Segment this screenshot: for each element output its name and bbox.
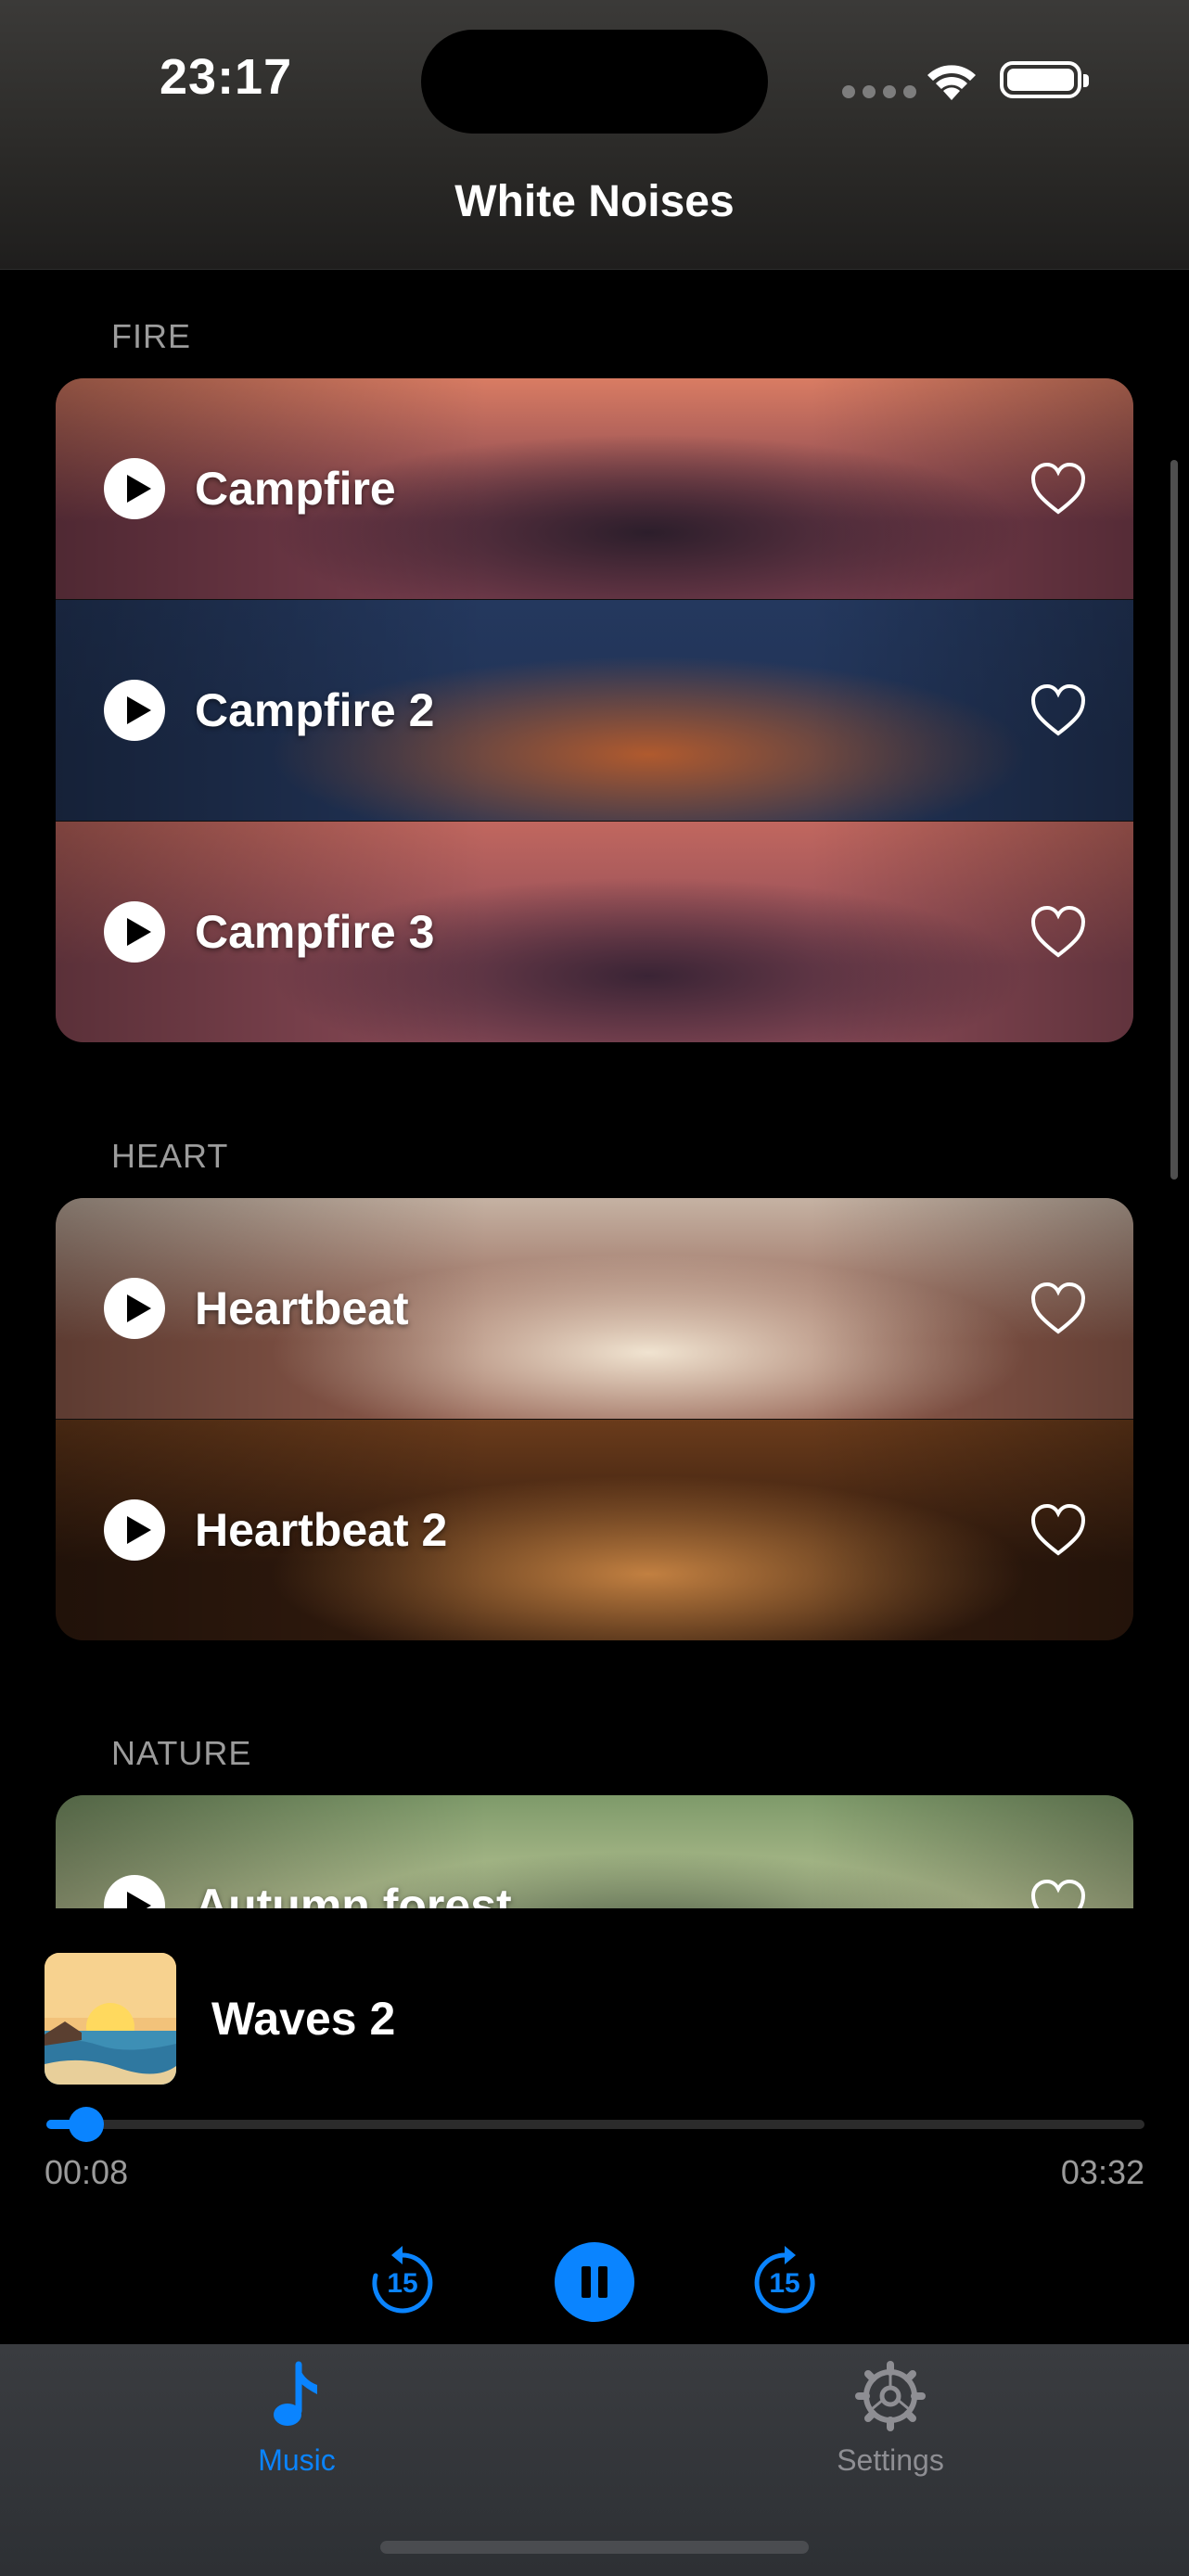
list-item-label: Heartbeat	[195, 1282, 409, 1334]
skip-forward-button[interactable]: 15	[748, 2244, 822, 2318]
page-title: White Noises	[454, 177, 735, 226]
section-header-nature: NATURE	[111, 1734, 252, 1772]
skip-back-button[interactable]: 15	[365, 2244, 440, 2318]
list-item[interactable]: Campfire	[56, 378, 1133, 599]
list-item[interactable]: Campfire 2	[56, 599, 1133, 821]
tab-label: Settings	[837, 2443, 944, 2477]
music-note-icon	[274, 2361, 317, 2426]
skip-forward-amount: 15	[769, 2268, 800, 2299]
play-icon[interactable]	[104, 1278, 165, 1339]
list-item[interactable]: Campfire 3	[56, 821, 1133, 1042]
heart-icon[interactable]	[1029, 905, 1087, 959]
dynamic-island	[421, 30, 768, 134]
section-card-nature: Autumn forest	[56, 1795, 1133, 1908]
pause-icon-bar	[582, 2266, 591, 2298]
home-indicator[interactable]	[380, 2541, 809, 2554]
total-duration: 03:32	[1060, 2153, 1144, 2191]
play-icon[interactable]	[104, 680, 165, 741]
now-playing-title: Waves 2	[211, 1993, 396, 2045]
heart-icon[interactable]	[1029, 462, 1087, 516]
list-item-label: Campfire 3	[195, 906, 435, 958]
tab-music[interactable]: Music	[185, 2361, 408, 2478]
gear-icon	[855, 2361, 926, 2431]
section-card-heart: Heartbeat Heartbeat 2	[56, 1198, 1133, 1640]
list-item-label: Autumn forest	[195, 1880, 512, 1908]
heart-icon[interactable]	[1029, 1282, 1087, 1335]
list-item[interactable]: Heartbeat	[56, 1198, 1133, 1419]
list-item[interactable]: Autumn forest	[56, 1795, 1133, 1908]
status-time: 23:17	[160, 49, 293, 105]
album-artwork	[45, 1953, 176, 2085]
list-item[interactable]: Heartbeat 2	[56, 1419, 1133, 1640]
list-item-label: Heartbeat 2	[195, 1504, 448, 1556]
wifi-icon	[924, 57, 979, 107]
section-card-fire: Campfire Campfire 2 Campfire 3	[56, 378, 1133, 1042]
scrollbar[interactable]	[1170, 460, 1178, 1180]
pause-button[interactable]	[555, 2242, 634, 2322]
sound-list[interactable]: FIRE Campfire Campfire 2 Campfire 3 HEAR…	[0, 269, 1189, 1908]
heart-icon[interactable]	[1029, 683, 1087, 737]
section-header-fire: FIRE	[111, 317, 192, 355]
heart-icon[interactable]	[1029, 1879, 1087, 1908]
play-icon[interactable]	[104, 901, 165, 963]
progress-knob[interactable]	[69, 2107, 104, 2142]
tab-label: Music	[258, 2443, 336, 2477]
section-header-heart: HEART	[111, 1137, 229, 1175]
heart-icon[interactable]	[1029, 1503, 1087, 1557]
elapsed-time: 00:08	[45, 2153, 129, 2191]
list-item-label: Campfire 2	[195, 684, 435, 736]
cellular-signal-icon	[842, 85, 916, 98]
pause-icon-bar	[598, 2266, 607, 2298]
progress-track[interactable]	[46, 2120, 1144, 2129]
skip-back-amount: 15	[387, 2268, 418, 2299]
list-item-label: Campfire	[195, 463, 396, 515]
battery-icon	[1000, 61, 1089, 98]
play-icon[interactable]	[104, 1499, 165, 1561]
tab-settings[interactable]: Settings	[779, 2361, 1002, 2478]
play-icon[interactable]	[104, 458, 165, 519]
